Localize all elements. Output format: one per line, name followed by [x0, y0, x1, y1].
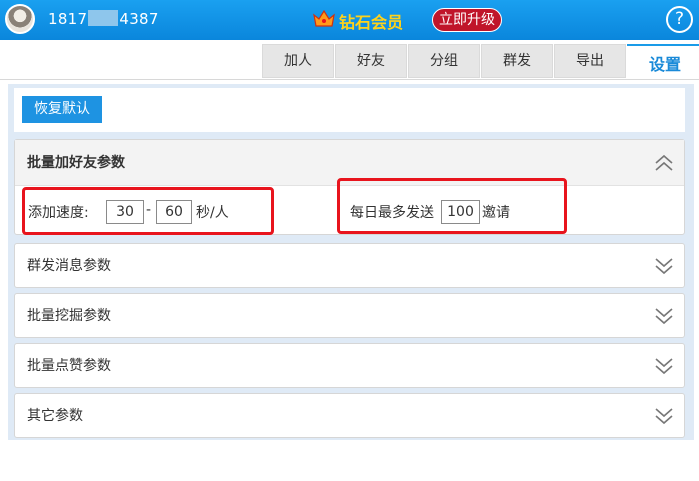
tab-friends[interactable]: 好友	[335, 44, 407, 78]
section-likes[interactable]: 批量点赞参数	[14, 343, 685, 388]
restore-defaults-button[interactable]: 恢复默认	[22, 96, 102, 123]
phone-mask	[88, 10, 119, 26]
tab-settings[interactable]: 设置	[627, 44, 699, 82]
section-mining[interactable]: 批量挖掘参数	[14, 293, 685, 338]
tab-add[interactable]: 加人	[262, 44, 334, 78]
upgrade-button[interactable]: 立即升级	[432, 8, 502, 32]
tab-export[interactable]: 导出	[554, 44, 626, 78]
help-icon[interactable]: ?	[666, 6, 693, 33]
phone-prefix: 1817	[48, 10, 88, 28]
chevron-down-icon[interactable]	[654, 357, 674, 375]
phone-suffix: 4387	[119, 10, 159, 28]
section-other[interactable]: 其它参数	[14, 393, 685, 438]
section-batch-add-title: 批量加好友参数	[27, 155, 125, 171]
section-likes-title: 批量点赞参数	[27, 358, 111, 374]
section-mining-title: 批量挖掘参数	[27, 308, 111, 324]
top-bar: 1817 4387 钻石会员 立即升级 ?	[0, 0, 699, 40]
highlight-box-daily	[337, 178, 567, 234]
chevron-down-icon[interactable]	[654, 257, 674, 275]
section-broadcast[interactable]: 群发消息参数	[14, 243, 685, 288]
crown-icon	[313, 9, 335, 27]
highlight-box-speed	[22, 187, 274, 235]
section-broadcast-title: 群发消息参数	[27, 258, 111, 274]
account-phone: 1817 4387	[48, 10, 159, 28]
tab-divider	[0, 79, 699, 80]
chevron-down-icon[interactable]	[654, 307, 674, 325]
tab-bar: 加人 好友 分组 群发 导出 设置	[262, 44, 699, 82]
chevron-up-icon[interactable]	[654, 154, 674, 172]
section-other-title: 其它参数	[27, 408, 83, 424]
tab-broadcast[interactable]: 群发	[481, 44, 553, 78]
chevron-down-icon[interactable]	[654, 407, 674, 425]
tab-groups[interactable]: 分组	[408, 44, 480, 78]
toolbar	[14, 88, 685, 132]
avatar[interactable]	[5, 4, 35, 34]
vip-label: 钻石会员	[339, 13, 404, 32]
